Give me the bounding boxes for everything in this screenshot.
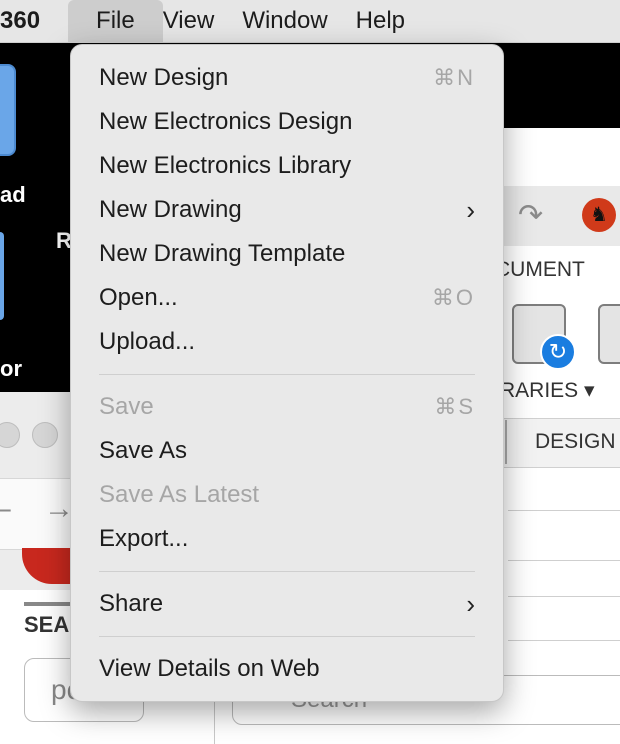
file-menu: New Design ⌘N New Electronics Design New… [70,44,504,702]
app-logo-icon[interactable]: ♞ [582,198,616,232]
menu-separator [99,636,475,637]
menu-item-label: View Details on Web [99,655,320,682]
list-divider [508,510,620,511]
menu-item-new-drawing-template[interactable]: New Drawing Template [77,232,497,276]
back-arrow-icon[interactable]: – [0,492,11,526]
menu-item-new-drawing[interactable]: New Drawing › [77,188,497,232]
shortcut-label: ⌘S [434,394,475,419]
menu-item-label: Share [99,590,164,617]
menu-item-save-as[interactable]: Save As [77,429,497,473]
shortcut-label: ⌘N [433,65,475,90]
menu-item-save: Save ⌘S [77,385,497,429]
shortcut-label: ⌘O [431,285,475,310]
desktop-icon-label: or [0,356,22,381]
menu-item-new-electronics-design[interactable]: New Electronics Design [77,100,497,144]
menu-item-export[interactable]: Export... [77,517,497,561]
desktop-icon-label: ad [0,182,26,207]
list-divider [508,560,620,561]
redo-icon[interactable]: ↷ [518,198,543,233]
menu-item-label: New Drawing Template [99,240,346,267]
menu-item-new-electronics-library[interactable]: New Electronics Library [77,144,497,188]
chevron-right-icon: › [466,194,475,225]
menu-separator [99,571,475,572]
document-section-label: CUMENT [495,258,585,281]
menu-item-new-design[interactable]: New Design ⌘N [77,56,497,100]
menubar-view[interactable]: View [163,0,243,42]
menu-item-label: New Drawing [99,196,242,223]
menubar-file[interactable]: File [68,0,163,42]
list-divider [508,596,620,597]
menu-item-label: Open... [99,284,178,311]
menu-item-label: Save As Latest [99,481,260,508]
menubar-window[interactable]: Window [242,0,355,42]
menu-item-share[interactable]: Share › [77,582,497,626]
menu-item-label: Save As [99,437,188,464]
menubar-help[interactable]: Help [356,0,433,42]
menu-item-open[interactable]: Open... ⌘O [77,276,497,320]
menu-item-label: New Electronics Library [99,152,352,179]
libraries-dropdown[interactable]: RARIES ▾ [500,378,595,403]
tab-divider [505,420,507,464]
menu-item-view-details-on-web[interactable]: View Details on Web [77,647,497,691]
refresh-icon[interactable]: ↻ [540,334,576,370]
search-panel-title: SEA [24,612,70,637]
desktop-app-icon[interactable] [0,232,4,320]
desktop-app-icon[interactable] [0,64,16,156]
menu-item-upload[interactable]: Upload... [77,320,497,364]
window-control-button[interactable] [32,422,58,448]
menu-item-save-as-latest: Save As Latest [77,473,497,517]
menu-item-label: Export... [99,525,189,552]
menu-separator [99,374,475,375]
chevron-right-icon: › [466,588,475,619]
menu-item-label: Upload... [99,328,196,355]
tab-design[interactable]: DESIGN [535,430,616,454]
menu-item-label: New Design [99,64,229,91]
list-divider [508,640,620,641]
library-icon[interactable] [598,304,620,364]
menu-item-label: New Electronics Design [99,108,353,135]
menu-bar: 360 File View Window Help [0,0,620,43]
menu-item-label: Save [99,393,154,420]
